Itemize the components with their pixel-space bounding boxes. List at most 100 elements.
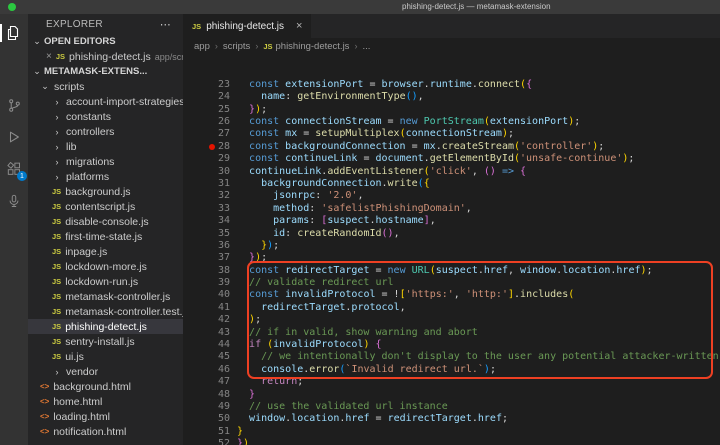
code-line-text[interactable]: // if in valid, show warning and abort — [237, 327, 720, 339]
tree-item-migrations[interactable]: ›migrations — [28, 154, 183, 169]
breadcrumb-item[interactable]: scripts — [223, 41, 250, 52]
code-line-text[interactable]: console.error(`Invalid redirect url.`); — [237, 364, 720, 376]
code-line-text[interactable]: id: createRandomId(), — [237, 228, 720, 240]
breakpoint-icon[interactable] — [209, 144, 215, 150]
activity-source-control[interactable] — [0, 94, 28, 116]
code-line-text[interactable]: const backgroundConnection = mx.createSt… — [237, 141, 720, 153]
breadcrumb-item[interactable]: app — [194, 41, 210, 52]
code-line-text[interactable]: name: getEnvironmentType(), — [237, 91, 720, 103]
code-line[interactable]: 23 const extensionPort = browser.runtime… — [183, 79, 720, 91]
code-line-text[interactable]: backgroundConnection.write({ — [237, 178, 720, 190]
tree-item-scripts[interactable]: ⌄scripts — [28, 79, 183, 94]
code-line-text[interactable]: window.location.href = redirectTarget.hr… — [237, 413, 720, 425]
code-line-text[interactable]: }) — [237, 438, 720, 445]
tree-item-home.html[interactable]: <>home.html — [28, 394, 183, 409]
code-line[interactable]: 48 } — [183, 389, 720, 401]
close-icon[interactable]: × — [46, 51, 52, 62]
code-line[interactable]: 39 // validate redirect url — [183, 277, 720, 289]
code-line[interactable]: 44 if (invalidProtocol) { — [183, 339, 720, 351]
code-line[interactable]: 51} — [183, 426, 720, 438]
code-line[interactable]: 52}) — [183, 438, 720, 445]
code-line-text[interactable]: // we intentionally don't display to the… — [237, 351, 720, 363]
tree-item-lockdown-more.js[interactable]: JSlockdown-more.js — [28, 259, 183, 274]
code-line-text[interactable]: const mx = setupMultiplex(connectionStre… — [237, 128, 720, 140]
code-line[interactable]: 42 ); — [183, 314, 720, 326]
code-line-text[interactable]: method: 'safelistPhishingDomain', — [237, 203, 720, 215]
code-line[interactable]: 35 id: createRandomId(), — [183, 228, 720, 240]
tree-item-inpage.js[interactable]: JSinpage.js — [28, 244, 183, 259]
code-line[interactable]: 46 console.error(`Invalid redirect url.`… — [183, 364, 720, 376]
open-editor-item[interactable]: × JS phishing-detect.js app/scri... — [28, 49, 183, 64]
code-line[interactable]: 32 jsonrpc: '2.0', — [183, 190, 720, 202]
code-line[interactable]: 27 const mx = setupMultiplex(connectionS… — [183, 128, 720, 140]
code-line-text[interactable]: } — [237, 426, 720, 438]
code-line[interactable]: 26 const connectionStream = new PortStre… — [183, 116, 720, 128]
tree-item-background.js[interactable]: JSbackground.js — [28, 184, 183, 199]
code-line[interactable]: 33 method: 'safelistPhishingDomain', — [183, 203, 720, 215]
breadcrumb-item[interactable]: ... — [362, 41, 370, 52]
tree-item-sentry-install.js[interactable]: JSsentry-install.js — [28, 334, 183, 349]
workspace-section[interactable]: ⌄ METAMASK-EXTENS... — [28, 64, 183, 79]
tree-item-account-import-strategies[interactable]: ›account-import-strategies — [28, 94, 183, 109]
code-line-text[interactable]: }); — [237, 104, 720, 116]
activity-run-debug[interactable] — [0, 126, 28, 148]
code-line-text[interactable]: params: [suspect.hostname], — [237, 215, 720, 227]
code-line-text[interactable]: // use the validated url instance — [237, 401, 720, 413]
code-line[interactable]: 36 }); — [183, 240, 720, 252]
code-line[interactable]: 47 return; — [183, 376, 720, 388]
tree-item-vendor[interactable]: ›vendor — [28, 364, 183, 379]
code-line[interactable]: 49 // use the validated url instance — [183, 401, 720, 413]
code-line[interactable]: 37 }); — [183, 252, 720, 264]
code-line-text[interactable]: redirectTarget.protocol, — [237, 302, 720, 314]
code-line[interactable]: 43 // if in valid, show warning and abor… — [183, 327, 720, 339]
code-line[interactable]: 38 const redirectTarget = new URL(suspec… — [183, 265, 720, 277]
code-editor[interactable]: 23 const extensionPort = browser.runtime… — [183, 54, 720, 445]
tree-item-lockdown-run.js[interactable]: JSlockdown-run.js — [28, 274, 183, 289]
breadcrumb-item[interactable]: JSphishing-detect.js — [263, 41, 349, 52]
code-line[interactable]: 30 continueLink.addEventListener('click'… — [183, 166, 720, 178]
more-actions-icon[interactable]: ⋯ — [160, 18, 171, 31]
code-line[interactable]: 31 backgroundConnection.write({ — [183, 178, 720, 190]
tree-item-controllers[interactable]: ›controllers — [28, 124, 183, 139]
tree-item-phishing-detect.js[interactable]: JSphishing-detect.js — [28, 319, 183, 334]
activity-explorer[interactable] — [0, 22, 28, 44]
code-line[interactable]: 50 window.location.href = redirectTarget… — [183, 413, 720, 425]
code-line-text[interactable]: }); — [237, 240, 720, 252]
code-line-text[interactable]: jsonrpc: '2.0', — [237, 190, 720, 202]
code-line-text[interactable]: const redirectTarget = new URL(suspect.h… — [237, 265, 720, 277]
tree-item-notification.html[interactable]: <>notification.html — [28, 424, 183, 439]
tree-item-contentscript.js[interactable]: JScontentscript.js — [28, 199, 183, 214]
tree-item-constants[interactable]: ›constants — [28, 109, 183, 124]
code-line[interactable]: 41 redirectTarget.protocol, — [183, 302, 720, 314]
code-line-text[interactable]: continueLink.addEventListener('click', (… — [237, 166, 720, 178]
open-editors-section[interactable]: ⌄ OPEN EDITORS — [28, 34, 183, 49]
code-line-text[interactable]: } — [237, 389, 720, 401]
code-line-text[interactable]: const invalidProtocol = !['https:', 'htt… — [237, 289, 720, 301]
code-line-text[interactable]: if (invalidProtocol) { — [237, 339, 720, 351]
code-line-text[interactable]: // validate redirect url — [237, 277, 720, 289]
code-line-text[interactable]: const connectionStream = new PortStream(… — [237, 116, 720, 128]
tree-item-ui.js[interactable]: JSui.js — [28, 349, 183, 364]
tree-item-metamask-controller.js[interactable]: JSmetamask-controller.js — [28, 289, 183, 304]
tree-item-lib[interactable]: ›lib — [28, 139, 183, 154]
tree-item-background.html[interactable]: <>background.html — [28, 379, 183, 394]
code-line-text[interactable]: }); — [237, 252, 720, 264]
code-line[interactable]: 45 // we intentionally don't display to … — [183, 351, 720, 363]
code-line-text[interactable]: ); — [237, 314, 720, 326]
tree-item-first-time-state.js[interactable]: JSfirst-time-state.js — [28, 229, 183, 244]
code-line-text[interactable]: const extensionPort = browser.runtime.co… — [237, 79, 720, 91]
tab-phishing-detect[interactable]: JS phishing-detect.js × — [183, 14, 311, 38]
activity-extensions[interactable]: 1 — [0, 158, 28, 180]
close-icon[interactable]: × — [296, 20, 302, 32]
code-line[interactable]: 34 params: [suspect.hostname], — [183, 215, 720, 227]
tree-item-metamask-controller.test.js[interactable]: JSmetamask-controller.test.js — [28, 304, 183, 319]
code-line[interactable]: 28 const backgroundConnection = mx.creat… — [183, 141, 720, 153]
tree-item-platforms[interactable]: ›platforms — [28, 169, 183, 184]
code-line[interactable]: 40 const invalidProtocol = !['https:', '… — [183, 289, 720, 301]
code-line-text[interactable]: const continueLink = document.getElement… — [237, 153, 720, 165]
code-line[interactable]: 29 const continueLink = document.getElem… — [183, 153, 720, 165]
tree-item-loading.html[interactable]: <>loading.html — [28, 409, 183, 424]
window-control-green[interactable] — [8, 3, 16, 11]
code-line-text[interactable]: return; — [237, 376, 720, 388]
code-line[interactable]: 24 name: getEnvironmentType(), — [183, 91, 720, 103]
